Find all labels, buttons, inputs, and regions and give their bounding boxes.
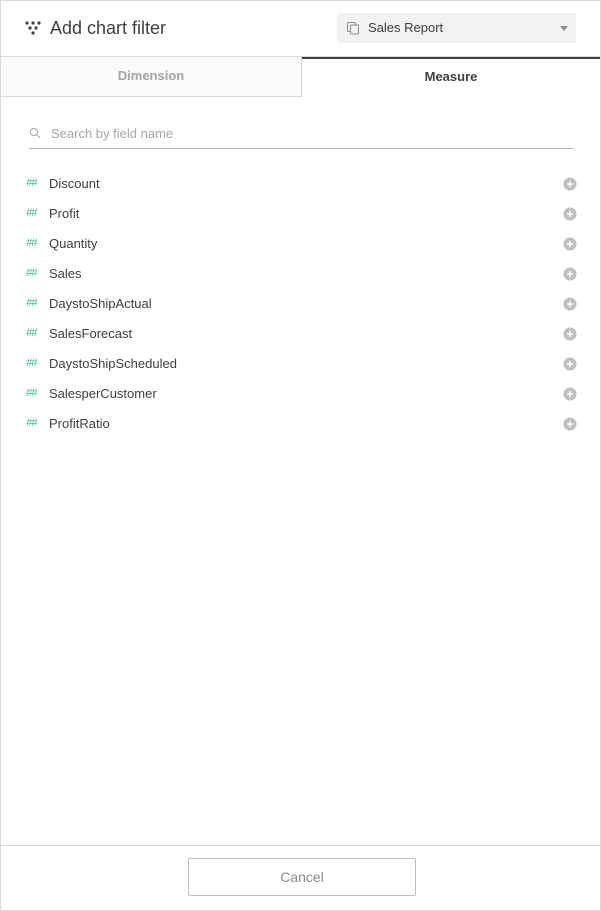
add-icon[interactable]: [563, 327, 577, 341]
field-name: DaystoShipScheduled: [49, 356, 177, 371]
measure-type-icon: ##: [26, 267, 37, 279]
tab-measure[interactable]: Measure: [302, 57, 600, 97]
field-name: ProfitRatio: [49, 416, 110, 431]
data-source-select[interactable]: Sales Report: [337, 13, 576, 43]
field-type-tabs: Dimension Measure: [1, 57, 600, 97]
search-field: [29, 121, 574, 149]
measure-type-icon: ##: [26, 327, 37, 339]
add-icon[interactable]: [563, 297, 577, 311]
add-icon[interactable]: [563, 237, 577, 251]
cancel-button[interactable]: Cancel: [188, 858, 416, 896]
field-item-profit[interactable]: ## Profit: [1, 199, 600, 229]
field-name: Quantity: [49, 236, 98, 251]
measure-type-icon: ##: [26, 357, 37, 369]
measure-type-icon: ##: [26, 237, 37, 249]
field-item-daystoshipactual[interactable]: ## DaystoShipActual: [1, 289, 600, 319]
tab-dimension[interactable]: Dimension: [1, 57, 302, 97]
field-item-daystoshipscheduled[interactable]: ## DaystoShipScheduled: [1, 349, 600, 379]
field-item-salespercustomer[interactable]: ## SalesperCustomer: [1, 379, 600, 409]
measure-field-list: ## Discount ## Profit ## Quantity ## Sal…: [1, 169, 600, 439]
filter-icon: [25, 21, 41, 35]
add-icon[interactable]: [563, 357, 577, 371]
panel-header: Add chart filter Sales Report: [1, 1, 600, 57]
measure-type-icon: ##: [26, 177, 37, 189]
search-icon: [29, 127, 41, 139]
measure-type-icon: ##: [26, 297, 37, 309]
measure-type-icon: ##: [26, 417, 37, 429]
panel-footer: Cancel: [1, 845, 600, 911]
add-icon[interactable]: [563, 387, 577, 401]
database-icon: [347, 22, 359, 35]
field-name: SalesForecast: [49, 326, 133, 341]
search-input[interactable]: [51, 123, 561, 143]
chevron-down-icon: [560, 26, 568, 31]
field-item-profitratio[interactable]: ## ProfitRatio: [1, 409, 600, 439]
add-icon[interactable]: [563, 207, 577, 221]
add-icon[interactable]: [563, 267, 577, 281]
add-icon[interactable]: [563, 417, 577, 431]
add-chart-filter-panel: Add chart filter Sales Report Dimension …: [0, 0, 601, 911]
field-item-sales[interactable]: ## Sales: [1, 259, 600, 289]
field-item-discount[interactable]: ## Discount: [1, 169, 600, 199]
field-name: DaystoShipActual: [49, 296, 152, 311]
field-name: Sales: [49, 266, 82, 281]
add-icon[interactable]: [563, 177, 577, 191]
measure-type-icon: ##: [26, 387, 37, 399]
field-item-quantity[interactable]: ## Quantity: [1, 229, 600, 259]
field-name: Discount: [49, 176, 100, 191]
panel-title: Add chart filter: [50, 18, 167, 38]
field-name: Profit: [49, 206, 80, 221]
field-item-salesforecast[interactable]: ## SalesForecast: [1, 319, 600, 349]
field-name: SalesperCustomer: [49, 386, 157, 401]
data-source-label: Sales Report: [368, 20, 444, 35]
measure-type-icon: ##: [26, 207, 37, 219]
